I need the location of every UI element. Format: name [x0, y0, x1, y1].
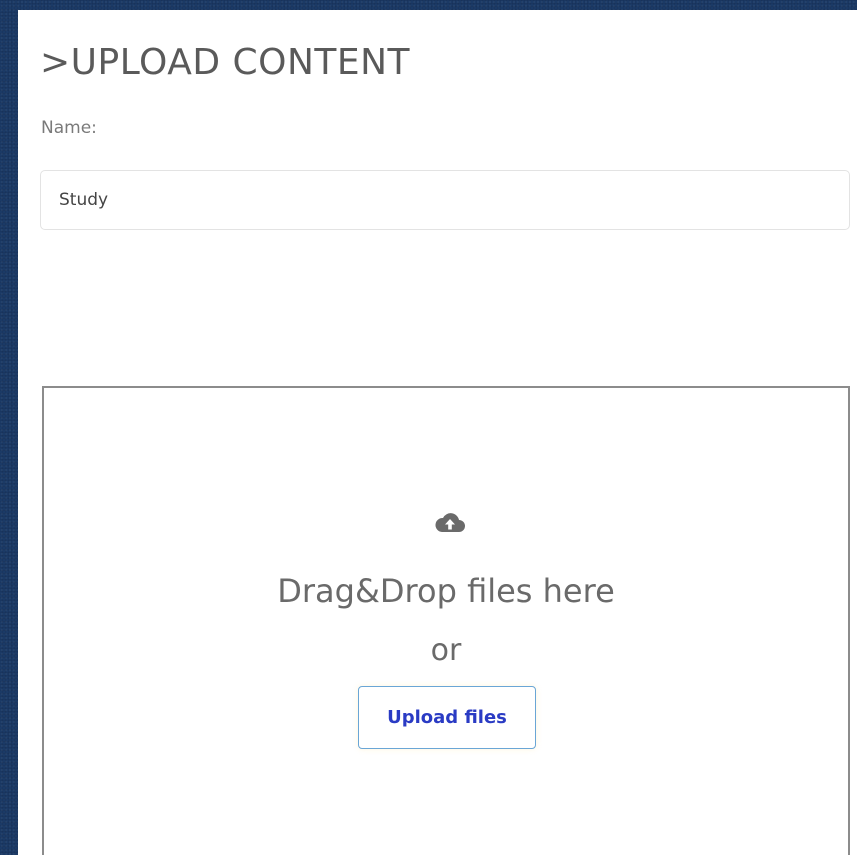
- upload-files-button[interactable]: Upload files: [358, 686, 536, 749]
- name-label: Name:: [41, 118, 97, 138]
- upload-content-panel: >UPLOAD CONTENT Name: Drag&Drop files he…: [18, 10, 857, 855]
- or-text: or: [430, 633, 462, 668]
- page-title: >UPLOAD CONTENT: [40, 42, 411, 83]
- cloud-upload-icon: [434, 510, 466, 534]
- drag-drop-text: Drag&Drop files here: [277, 572, 615, 610]
- name-input[interactable]: [40, 170, 850, 230]
- file-dropzone[interactable]: Drag&Drop files here or Upload files: [42, 386, 850, 855]
